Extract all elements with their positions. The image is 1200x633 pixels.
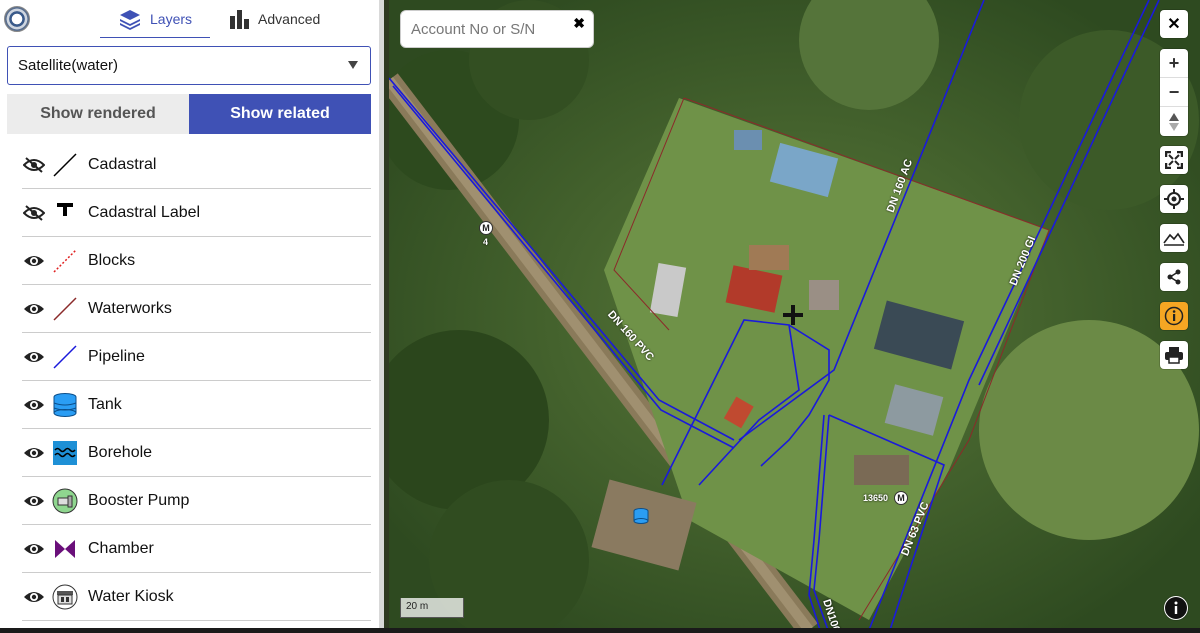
water-kiosk-icon xyxy=(52,584,78,610)
eye-icon[interactable] xyxy=(22,297,46,321)
compass-icon[interactable] xyxy=(1160,107,1188,136)
eye-icon[interactable] xyxy=(22,585,46,609)
layer-label: Cadastral xyxy=(88,155,157,173)
booster-pump-icon xyxy=(52,488,78,514)
layer-item-tank[interactable]: Tank xyxy=(22,381,371,429)
basemap-select-value: Satellite(water) xyxy=(18,57,119,74)
organization-logo xyxy=(4,6,30,32)
search-placeholder: Account No or S/N xyxy=(411,20,536,38)
render-toggle: Show rendered Show related xyxy=(7,94,371,134)
terrain-icon xyxy=(1163,232,1185,246)
tank-icon xyxy=(52,392,78,418)
brown-line-icon xyxy=(52,296,78,322)
layer-label: Tank xyxy=(88,395,122,413)
map-view[interactable]: DN 160 AC DN 200 GI DN 160 PVC DN 63 PVC… xyxy=(389,0,1200,633)
eye-icon[interactable] xyxy=(22,393,46,417)
layer-item-booster-pump[interactable]: Booster Pump xyxy=(22,477,371,525)
show-related-button[interactable]: Show related xyxy=(189,94,371,134)
clear-search-button[interactable]: ✖ xyxy=(573,15,585,32)
share-icon xyxy=(1167,269,1181,285)
text-t-icon xyxy=(52,200,78,226)
layers-icon xyxy=(118,7,142,31)
geolocate-button[interactable] xyxy=(1160,185,1188,213)
print-button[interactable] xyxy=(1160,341,1188,369)
eye-off-icon[interactable] xyxy=(22,153,46,177)
layer-item-blocks[interactable]: Blocks xyxy=(22,237,371,285)
dotted-red-line-icon xyxy=(52,248,78,274)
layer-label: Pipeline xyxy=(88,347,145,365)
crosshair-icon xyxy=(782,304,804,331)
meter-label: 4 xyxy=(483,237,489,247)
layer-item-cadastral-label[interactable]: Cadastral Label xyxy=(22,189,371,237)
elevation-button[interactable] xyxy=(1160,224,1188,252)
water-meter-icon[interactable]: M xyxy=(894,491,908,505)
bottom-strip xyxy=(0,628,1200,633)
layer-label: Cadastral Label xyxy=(88,203,201,221)
layer-list: Cadastral Cadastral Label Blocks Waterwo… xyxy=(22,141,371,621)
info-icon xyxy=(1165,597,1187,619)
share-button[interactable] xyxy=(1160,263,1188,291)
tab-advanced-label: Advanced xyxy=(258,11,321,27)
cadastral-line-icon xyxy=(52,152,78,178)
layer-label: Chamber xyxy=(88,539,154,557)
layer-item-cadastral[interactable]: Cadastral xyxy=(22,141,371,189)
attribution-button[interactable] xyxy=(1164,596,1188,620)
layer-label: Waterworks xyxy=(88,299,172,317)
eye-icon[interactable] xyxy=(22,441,46,465)
fullscreen-icon xyxy=(1165,151,1183,169)
zoom-out-button[interactable]: − xyxy=(1160,78,1188,107)
layer-item-water-kiosk[interactable]: Water Kiosk xyxy=(22,573,371,621)
borehole-icon xyxy=(52,440,78,466)
eye-icon[interactable] xyxy=(22,537,46,561)
eye-icon[interactable] xyxy=(22,249,46,273)
tank-marker-icon[interactable] xyxy=(632,507,650,530)
account-search-input[interactable]: Account No or S/N ✖ xyxy=(400,10,594,48)
show-rendered-button[interactable]: Show rendered xyxy=(7,94,189,134)
printer-icon xyxy=(1165,347,1183,364)
locate-icon xyxy=(1164,189,1184,209)
bar-chart-icon xyxy=(228,8,250,30)
tab-layers-label: Layers xyxy=(150,10,193,27)
water-meter-icon[interactable]: M xyxy=(479,221,493,235)
layer-label: Booster Pump xyxy=(88,491,190,509)
blue-line-icon xyxy=(52,344,78,370)
tab-layers[interactable]: Layers xyxy=(100,0,211,38)
eye-icon[interactable] xyxy=(22,345,46,369)
basemap-select[interactable]: Satellite(water) xyxy=(7,46,371,85)
close-map-button[interactable]: ✕ xyxy=(1160,10,1188,38)
layer-item-chamber[interactable]: Chamber xyxy=(22,525,371,573)
eye-off-icon[interactable] xyxy=(22,201,46,225)
scale-bar: 20 m xyxy=(400,598,464,618)
layer-item-borehole[interactable]: Borehole xyxy=(22,429,371,477)
chevron-down-icon xyxy=(348,61,358,69)
layers-sidebar: Layers Advanced Satellite(water) Show re… xyxy=(0,0,384,633)
layer-label: Blocks xyxy=(88,251,136,269)
zoom-controls: + − xyxy=(1160,49,1188,136)
layer-item-waterworks[interactable]: Waterworks xyxy=(22,285,371,333)
layer-label: Water Kiosk xyxy=(88,587,174,605)
sidebar-tabs: Layers Advanced xyxy=(100,0,338,38)
chamber-icon xyxy=(52,536,78,562)
eye-icon[interactable] xyxy=(22,489,46,513)
layer-label: Borehole xyxy=(88,443,153,461)
info-icon xyxy=(1164,306,1184,326)
meter-label: 13650 xyxy=(863,493,889,503)
tab-advanced[interactable]: Advanced xyxy=(210,0,338,38)
fullscreen-button[interactable] xyxy=(1160,146,1188,174)
layer-item-pipeline[interactable]: Pipeline xyxy=(22,333,371,381)
zoom-in-button[interactable]: + xyxy=(1160,49,1188,78)
query-info-button[interactable] xyxy=(1160,302,1188,330)
